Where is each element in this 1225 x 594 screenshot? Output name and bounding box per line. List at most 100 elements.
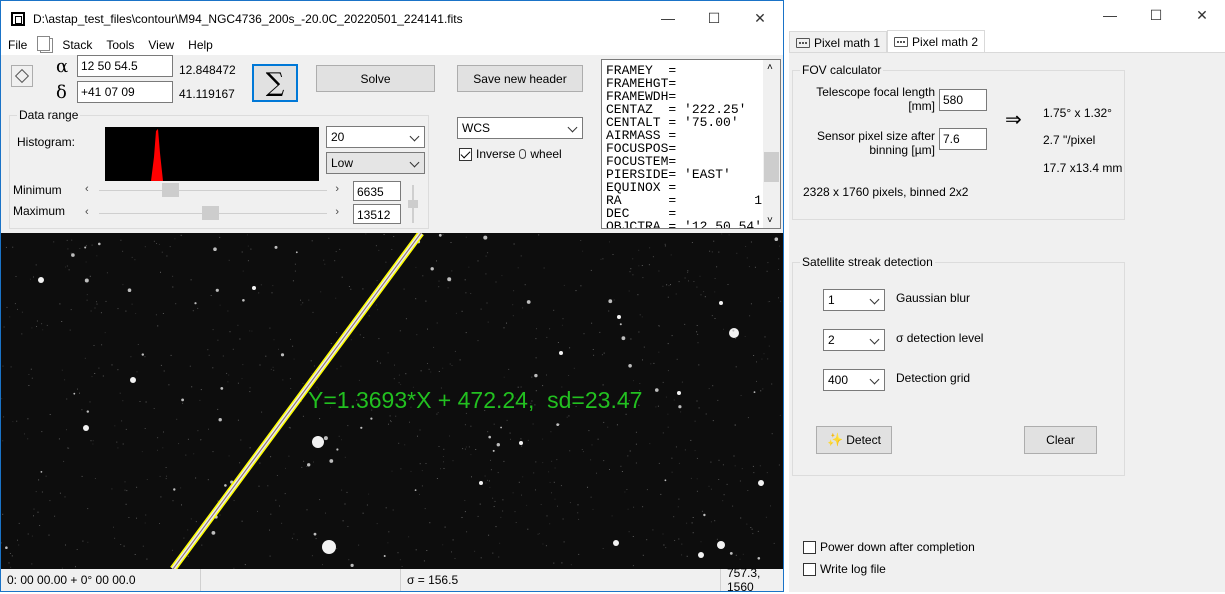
wcs-mode-select[interactable]: WCS <box>457 117 583 139</box>
star <box>71 253 75 257</box>
fits-header-scroll-thumb[interactable] <box>764 152 779 182</box>
sigma-level-label: σ detection level <box>896 331 983 345</box>
maximum-slider[interactable]: ‹ › <box>85 206 341 220</box>
pixel-size-input[interactable]: 7.6 <box>939 128 987 150</box>
power-down-checkbox[interactable]: Power down after completion <box>803 540 975 554</box>
write-log-checkbox[interactable]: Write log file <box>803 562 886 576</box>
orientation-button[interactable] <box>11 65 33 87</box>
right-maximize-button[interactable]: ☐ <box>1133 0 1179 30</box>
fits-header-memo[interactable]: FRAMEY =FRAMEHGT=FRAMEWDH=CENTAZ = '222.… <box>601 59 781 229</box>
star <box>729 328 739 338</box>
mouse-icon <box>519 149 526 159</box>
star <box>719 301 723 305</box>
tab-pixel-math-2[interactable]: Pixel math 2 <box>887 30 985 53</box>
star <box>194 302 196 304</box>
star <box>360 427 362 429</box>
focal-length-label: Telescope focal length [mm] <box>799 85 935 113</box>
star <box>212 531 216 535</box>
star <box>216 289 219 292</box>
star <box>329 459 333 463</box>
range-size-select[interactable]: 20 <box>326 126 425 148</box>
toolbar-area: α 12 50 54.5 12.848472 δ +41 07 09 41.11… <box>1 55 783 233</box>
minimum-slider-thumb[interactable] <box>162 183 179 197</box>
minimum-input[interactable]: 6635 <box>353 181 401 201</box>
minimum-label: Minimum <box>13 183 62 197</box>
detection-grid-label: Detection grid <box>896 371 970 385</box>
detect-button[interactable]: ✨ Detect <box>816 426 892 454</box>
detection-grid-select[interactable]: 400 <box>823 369 885 391</box>
solve-button[interactable]: Solve <box>316 65 435 92</box>
save-header-button[interactable]: Save new header <box>457 65 583 92</box>
range-size-value: 20 <box>331 130 344 144</box>
slider-left-arrow-icon: ‹ <box>85 206 89 218</box>
maximum-slider-thumb[interactable] <box>202 206 219 220</box>
minimum-slider-track <box>99 190 327 191</box>
maximum-label: Maximum <box>13 204 65 218</box>
range-mode-select[interactable]: Low <box>326 152 425 174</box>
sigma-level-select[interactable]: 2 <box>823 329 885 351</box>
star <box>415 489 417 491</box>
star <box>173 488 175 490</box>
fits-header-scrollbar[interactable]: ˄ ˅ <box>763 60 780 228</box>
star <box>128 288 132 292</box>
star <box>527 300 531 304</box>
menu-stack[interactable]: Stack <box>55 38 99 52</box>
dec-input[interactable]: +41 07 09 <box>77 81 173 103</box>
gaussian-blur-select[interactable]: 1 <box>823 289 885 311</box>
star <box>758 557 761 560</box>
menu-view[interactable]: View <box>141 38 181 52</box>
scroll-up-icon[interactable]: ˄ <box>767 62 773 73</box>
chevron-down-icon <box>869 334 881 346</box>
streak-fit-label: Y=1.3693*X + 472.24, sd=23.47 <box>308 387 642 414</box>
focal-length-input[interactable]: 580 <box>939 89 987 111</box>
star <box>73 393 75 395</box>
astap-main-window: D:\astap_test_files\contour\M94_NGC4736_… <box>0 0 784 592</box>
star <box>220 387 223 390</box>
tab-pixel-math-1[interactable]: Pixel math 1 <box>789 31 887 53</box>
maximize-button[interactable]: ☐ <box>691 1 737 35</box>
scroll-down-icon[interactable]: ˅ <box>767 215 773 226</box>
chevron-down-icon <box>869 374 881 386</box>
clear-button[interactable]: Clear <box>1024 426 1097 454</box>
slider-right-arrow-icon: › <box>335 206 339 218</box>
menu-tools[interactable]: Tools <box>99 38 141 52</box>
right-close-button[interactable]: ✕ <box>1179 0 1225 30</box>
pixel-size-label: Sensor pixel size after binning [µm] <box>799 129 935 157</box>
data-range-title: Data range <box>17 108 80 122</box>
star <box>628 364 632 368</box>
magic-wand-icon: ✨ <box>827 432 843 448</box>
chevron-down-icon <box>409 157 421 169</box>
app-icon <box>11 12 25 26</box>
slider-right-arrow-icon: › <box>335 183 339 195</box>
power-down-box <box>803 541 816 554</box>
wheel-label: wheel <box>530 147 561 161</box>
maximum-input[interactable]: 13512 <box>353 204 401 224</box>
star <box>296 251 298 253</box>
copy-icon[interactable] <box>40 38 53 53</box>
menu-file[interactable]: File <box>1 38 34 52</box>
star <box>213 247 217 251</box>
detect-button-label: Detect <box>846 433 881 447</box>
histogram-peak <box>105 127 319 181</box>
fits-image-view[interactable]: Y=1.3693*X + 472.24, sd=23.47 <box>1 233 783 569</box>
close-button[interactable]: ✕ <box>737 1 783 35</box>
star <box>275 246 278 249</box>
ra-input[interactable]: 12 50 54.5 <box>77 55 173 77</box>
sensor-info: 2328 x 1760 pixels, binned 2x2 <box>803 185 968 199</box>
stack-sigma-button[interactable]: ∑ <box>252 64 298 102</box>
histogram <box>105 127 319 181</box>
inverse-wheel-checkbox[interactable]: Inverse wheel <box>459 147 562 161</box>
minimum-slider[interactable]: ‹ › <box>85 183 341 197</box>
chevron-down-icon <box>567 122 579 134</box>
right-minimize-button[interactable]: — <box>1087 0 1133 30</box>
menu-help[interactable]: Help <box>181 38 220 52</box>
star <box>497 443 500 446</box>
wcs-mode-value: WCS <box>462 121 490 135</box>
fov-calculator-group: FOV calculator Telescope focal length [m… <box>792 70 1125 220</box>
fov-result: 1.75° x 1.32° <box>1043 106 1112 120</box>
star <box>622 336 626 340</box>
star <box>252 286 256 290</box>
star <box>488 436 491 439</box>
range-spinner[interactable] <box>406 183 420 225</box>
minimize-button[interactable]: — <box>645 1 691 35</box>
